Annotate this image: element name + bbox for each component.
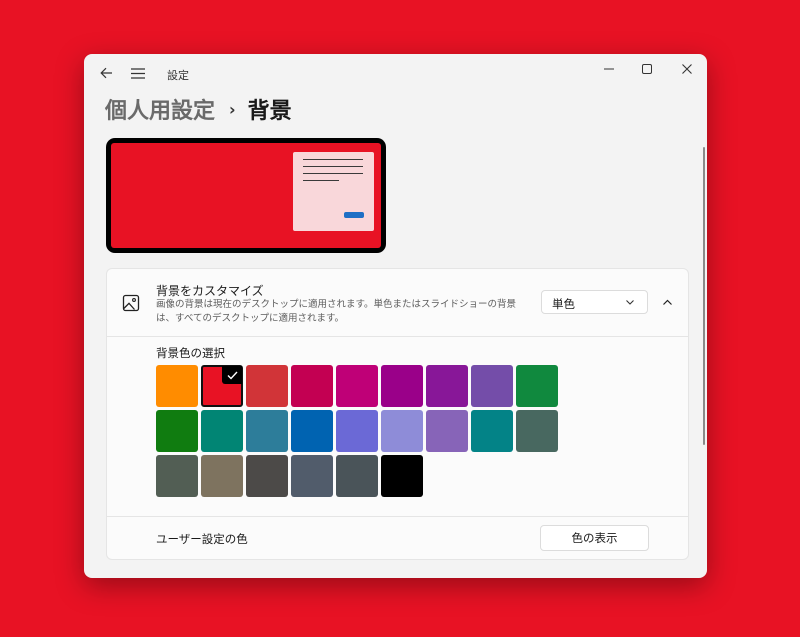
color-swatch[interactable]	[471, 410, 513, 452]
color-swatch[interactable]	[381, 410, 423, 452]
preview-window	[293, 152, 374, 231]
scrollbar[interactable]	[703, 147, 705, 445]
close-button[interactable]	[673, 58, 701, 80]
color-swatch[interactable]	[291, 365, 333, 407]
color-swatch[interactable]	[246, 455, 288, 497]
nav-menu-button[interactable]	[128, 62, 148, 84]
app-title: 設定	[167, 69, 189, 82]
preview-screen	[111, 143, 381, 248]
color-swatch[interactable]	[201, 410, 243, 452]
color-swatch[interactable]	[426, 365, 468, 407]
color-swatch[interactable]	[516, 410, 558, 452]
color-swatch[interactable]	[291, 410, 333, 452]
color-swatch[interactable]	[156, 410, 198, 452]
collapse-button[interactable]	[655, 290, 679, 314]
view-colors-button[interactable]: 色の表示	[540, 525, 649, 551]
close-icon	[682, 64, 692, 74]
color-swatch[interactable]	[291, 455, 333, 497]
settings-window: 設定 個人用設定 › 背景 背景をカスタマイズ 画像の背景は現在のデスクトップに…	[84, 54, 707, 578]
color-swatch[interactable]	[246, 410, 288, 452]
back-arrow-icon	[99, 67, 112, 79]
chevron-up-icon	[662, 299, 672, 305]
color-swatch[interactable]	[156, 365, 198, 407]
custom-color-label: ユーザー設定の色	[156, 532, 248, 546]
custom-color-row: ユーザー設定の色 色の表示	[107, 516, 688, 559]
dropdown-value: 単色	[552, 297, 575, 311]
color-swatch[interactable]	[336, 410, 378, 452]
breadcrumb-parent-link[interactable]: 個人用設定	[105, 93, 215, 125]
color-swatch[interactable]	[336, 455, 378, 497]
background-settings-card: 背景をカスタマイズ 画像の背景は現在のデスクトップに適用されます。単色またはスラ…	[106, 268, 689, 560]
back-button[interactable]	[96, 62, 116, 84]
customize-title: 背景をカスタマイズ	[156, 284, 264, 298]
maximize-icon	[642, 64, 652, 74]
preview-line	[303, 159, 363, 160]
title-bar: 設定	[84, 54, 707, 94]
minimize-icon	[604, 68, 614, 70]
checkmark-icon	[222, 366, 242, 384]
breadcrumb: 個人用設定 › 背景	[105, 94, 292, 124]
color-swatch[interactable]	[336, 365, 378, 407]
color-swatch[interactable]	[156, 455, 198, 497]
color-swatch[interactable]	[381, 455, 423, 497]
color-swatch[interactable]	[426, 410, 468, 452]
color-swatch[interactable]	[201, 365, 243, 407]
hamburger-icon	[131, 67, 145, 79]
background-type-dropdown[interactable]: 単色	[541, 290, 648, 314]
minimize-button[interactable]	[597, 58, 621, 80]
preview-button	[344, 212, 364, 218]
color-swatch[interactable]	[246, 365, 288, 407]
color-swatch[interactable]	[516, 365, 558, 407]
color-swatch[interactable]	[471, 365, 513, 407]
chevron-down-icon	[626, 300, 634, 305]
chevron-right-icon: ›	[229, 99, 236, 119]
color-grid-label: 背景色の選択	[156, 346, 225, 360]
preview-line	[303, 166, 363, 167]
customize-background-header: 背景をカスタマイズ 画像の背景は現在のデスクトップに適用されます。単色またはスラ…	[107, 269, 688, 337]
page-title: 背景	[247, 99, 292, 124]
desktop-preview	[106, 138, 386, 253]
preview-line	[303, 173, 363, 174]
color-swatch[interactable]	[381, 365, 423, 407]
maximize-button[interactable]	[635, 58, 659, 80]
customize-description: 画像の背景は現在のデスクトップに適用されます。単色またはスライドショーの背景は、…	[156, 299, 517, 324]
preview-line	[303, 180, 339, 181]
image-icon	[122, 294, 140, 312]
color-swatch[interactable]	[201, 455, 243, 497]
